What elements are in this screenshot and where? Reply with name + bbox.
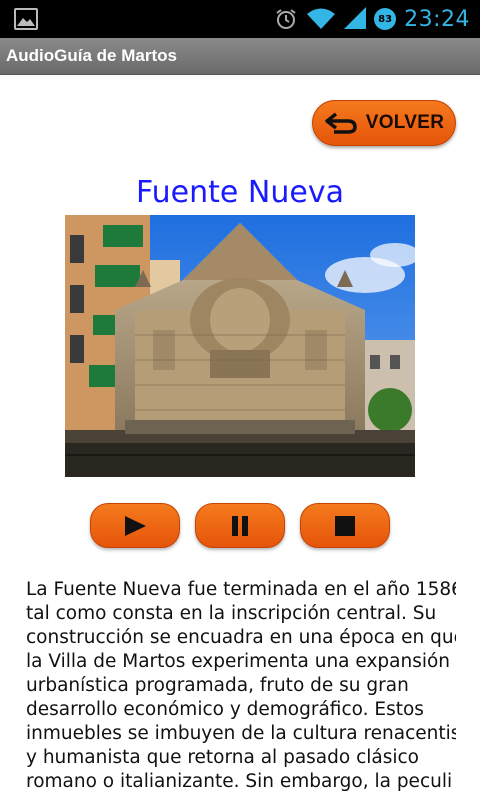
volver-button[interactable]: VOLVER bbox=[312, 100, 456, 146]
page-title: Fuente Nueva bbox=[136, 175, 344, 210]
back-arrow-icon bbox=[324, 112, 357, 134]
description-line: urbanística programada, fruto de su gran bbox=[26, 675, 409, 696]
play-icon bbox=[125, 515, 146, 536]
alarm-icon bbox=[276, 9, 296, 29]
wifi-icon bbox=[307, 8, 336, 29]
description-line: desarrollo económico y demográfico. Esto… bbox=[26, 699, 424, 720]
volver-label: VOLVER bbox=[365, 112, 445, 133]
pause-button[interactable] bbox=[195, 503, 285, 548]
play-button[interactable] bbox=[90, 503, 180, 548]
description-text: La Fuente Nueva fue terminada en el año … bbox=[26, 578, 456, 800]
fountain-photo bbox=[65, 215, 415, 477]
clock: 23:24 bbox=[404, 6, 470, 32]
description-line: tal como consta en la inscripción centra… bbox=[26, 603, 437, 624]
gallery-icon bbox=[14, 8, 38, 30]
battery-icon: 83 bbox=[374, 8, 397, 30]
description-line: La Fuente Nueva fue terminada en el año … bbox=[26, 579, 456, 600]
pause-icon bbox=[232, 515, 248, 536]
description-line: la Villa de Martos experimenta una expan… bbox=[26, 651, 451, 672]
battery-level: 83 bbox=[378, 13, 393, 25]
app-title-bar: AudioGuía de Martos bbox=[0, 38, 480, 75]
status-bar: 83 23:24 bbox=[0, 0, 480, 38]
description-line: construcción se encuadra en una época en… bbox=[26, 627, 456, 648]
description-line: inmuebles se imbuyen de la cultura renac… bbox=[26, 723, 456, 744]
app-title: AudioGuía de Martos bbox=[6, 46, 177, 65]
stop-button[interactable] bbox=[300, 503, 390, 548]
description-line: y humanista que retorna al pasado clásic… bbox=[26, 747, 419, 768]
stop-icon bbox=[335, 515, 355, 536]
description-line: romano o italianizante. Sin embargo, la … bbox=[26, 771, 453, 792]
signal-icon bbox=[344, 7, 367, 29]
